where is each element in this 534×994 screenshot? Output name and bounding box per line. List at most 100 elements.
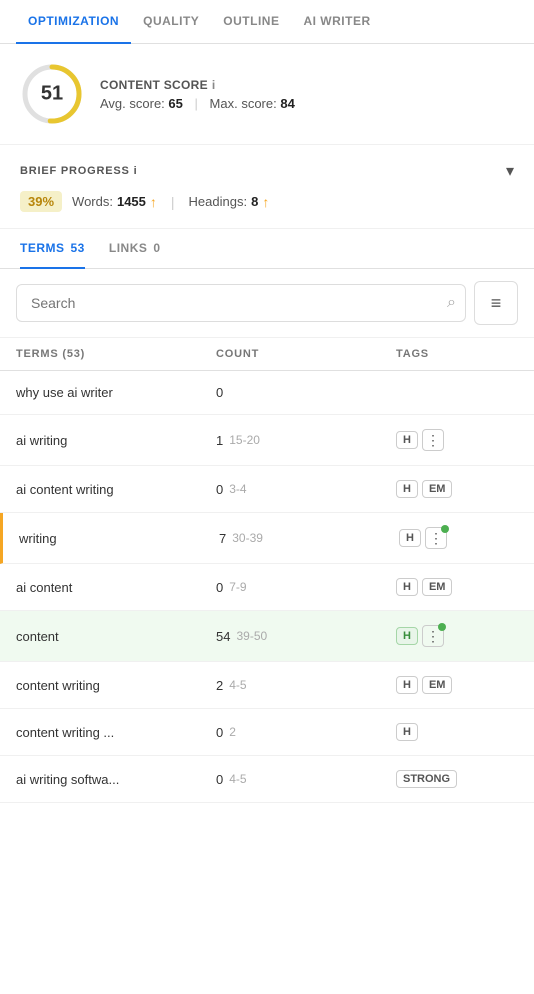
count-range: 30-39 bbox=[232, 531, 263, 545]
count-value: 7 bbox=[219, 531, 226, 546]
table-row: content writing ...02H bbox=[0, 709, 534, 756]
term-cell: content writing bbox=[16, 678, 216, 693]
tag-h: H bbox=[396, 480, 418, 498]
tag-h: H bbox=[396, 627, 418, 645]
count-range: 15-20 bbox=[229, 433, 260, 447]
count-value: 0 bbox=[216, 772, 223, 787]
term-cell: why use ai writer bbox=[16, 385, 216, 400]
count-value: 0 bbox=[216, 725, 223, 740]
tab-outline[interactable]: OUTLINE bbox=[211, 0, 291, 44]
headings-arrow-up-icon: ↑ bbox=[262, 194, 269, 210]
col-header-1: COUNT bbox=[216, 348, 396, 360]
green-dot-indicator bbox=[441, 525, 449, 533]
filter-icon: ≡ bbox=[491, 293, 502, 314]
tag-h: H bbox=[396, 431, 418, 449]
search-input[interactable] bbox=[16, 284, 466, 322]
tag-menu-button[interactable]: ⋮ bbox=[422, 625, 444, 647]
count-cell: 5439-50 bbox=[216, 629, 396, 644]
search-input-wrap: ⌕ bbox=[16, 284, 466, 322]
tag-h: H bbox=[399, 529, 421, 547]
count-range: 2 bbox=[229, 725, 236, 739]
search-icon: ⌕ bbox=[447, 294, 456, 312]
count-value: 0 bbox=[216, 385, 223, 400]
chevron-down-icon[interactable]: ▾ bbox=[506, 161, 514, 181]
filter-button[interactable]: ≡ bbox=[474, 281, 518, 325]
tab-quality[interactable]: QUALITY bbox=[131, 0, 211, 44]
score-label: CONTENT SCORE i bbox=[100, 78, 295, 92]
tab-ai_writer[interactable]: AI WRITER bbox=[291, 0, 382, 44]
count-range: 4-5 bbox=[229, 678, 246, 692]
term-cell: content writing ... bbox=[16, 725, 216, 740]
table-row: why use ai writer0 bbox=[0, 371, 534, 415]
tags-cell: STRONG bbox=[396, 770, 518, 788]
term-cell: writing bbox=[19, 531, 219, 546]
tag-h: H bbox=[396, 676, 418, 694]
term-cell: content bbox=[16, 629, 216, 644]
sub-tab-count: 53 bbox=[71, 241, 85, 255]
count-cell: 02 bbox=[216, 725, 396, 740]
sub-tab-label: LINKS bbox=[109, 241, 148, 255]
table-row: writing7 30-39 H⋮ bbox=[0, 513, 534, 564]
tag-em: EM bbox=[422, 578, 453, 596]
count-range: 4-5 bbox=[229, 772, 246, 786]
tag-menu-button[interactable]: ⋮ bbox=[425, 527, 447, 549]
col-header-2: TAGS bbox=[396, 348, 518, 360]
score-info: CONTENT SCORE i Avg. score: 65 | Max. sc… bbox=[100, 78, 295, 111]
table-row: content5439-50H⋮ bbox=[0, 611, 534, 662]
tag-em: EM bbox=[422, 676, 453, 694]
term-cell: ai content bbox=[16, 580, 216, 595]
count-value: 54 bbox=[216, 629, 230, 644]
tag-menu-button[interactable]: ⋮ bbox=[422, 429, 444, 451]
table-row: ai writing softwa...0 4-5 STRONG bbox=[0, 756, 534, 803]
tags-cell: H⋮ bbox=[399, 527, 518, 549]
tags-cell: HEM bbox=[396, 578, 518, 596]
count-cell: 0 3-4 bbox=[216, 482, 396, 497]
count-cell: 0 bbox=[216, 385, 396, 400]
progress-row: 39% Words: 1455 ↑ | Headings: 8 ↑ bbox=[20, 191, 514, 212]
col-header-0: TERMS (53) bbox=[16, 348, 216, 360]
sub-tab-terms[interactable]: TERMS 53 bbox=[20, 229, 85, 269]
count-cell: 115-20 bbox=[216, 433, 396, 448]
headings-stat: Headings: 8 ↑ bbox=[189, 194, 270, 210]
count-cell: 2 4-5 bbox=[216, 678, 396, 693]
term-cell: ai writing softwa... bbox=[16, 772, 216, 787]
sub-tab-links[interactable]: LINKS 0 bbox=[109, 229, 161, 269]
tag-h: H bbox=[396, 578, 418, 596]
words-stat: Words: 1455 ↑ bbox=[72, 194, 157, 210]
count-range: 3-4 bbox=[229, 482, 246, 496]
table-row: ai writing115-20H⋮ bbox=[0, 415, 534, 466]
tag-em: EM bbox=[422, 480, 453, 498]
words-arrow-up-icon: ↑ bbox=[150, 194, 157, 210]
tags-cell: H bbox=[396, 723, 518, 741]
tags-cell: H⋮ bbox=[396, 429, 518, 451]
content-score-section: 51 CONTENT SCORE i Avg. score: 65 | Max.… bbox=[0, 44, 534, 145]
count-cell: 0 4-5 bbox=[216, 772, 396, 787]
count-value: 0 bbox=[216, 580, 223, 595]
sub-tab-label: TERMS bbox=[20, 241, 65, 255]
info-icon: i bbox=[212, 78, 216, 92]
term-cell: ai content writing bbox=[16, 482, 216, 497]
table-header: TERMS (53)COUNTTAGS bbox=[0, 338, 534, 371]
table-row: content writing2 4-5 HEM bbox=[0, 662, 534, 709]
tags-cell: H⋮ bbox=[396, 625, 518, 647]
tags-cell: HEM bbox=[396, 480, 518, 498]
top-navigation: OPTIMIZATIONQUALITYOUTLINEAI WRITER bbox=[0, 0, 534, 44]
sub-tab-count: 0 bbox=[153, 241, 160, 255]
term-cell: ai writing bbox=[16, 433, 216, 448]
progress-badge: 39% bbox=[20, 191, 62, 212]
table-row: ai content writing0 3-4 HEM bbox=[0, 466, 534, 513]
brief-progress-section: BRIEF PROGRESS i ▾ 39% Words: 1455 ↑ | H… bbox=[0, 145, 534, 229]
count-cell: 7 30-39 bbox=[219, 531, 399, 546]
tag-h: H bbox=[396, 723, 418, 741]
progress-info-icon: i bbox=[134, 165, 138, 177]
count-value: 2 bbox=[216, 678, 223, 693]
score-circle: 51 bbox=[20, 62, 84, 126]
count-range: 7-9 bbox=[229, 580, 246, 594]
sub-tabs: TERMS 53 LINKS 0 bbox=[0, 229, 534, 269]
table-body: why use ai writer0ai writing115-20H⋮ai c… bbox=[0, 371, 534, 803]
tab-optimization[interactable]: OPTIMIZATION bbox=[16, 0, 131, 44]
score-value: 51 bbox=[41, 83, 63, 106]
tags-cell: HEM bbox=[396, 676, 518, 694]
progress-title: BRIEF PROGRESS i bbox=[20, 165, 137, 177]
count-value: 0 bbox=[216, 482, 223, 497]
